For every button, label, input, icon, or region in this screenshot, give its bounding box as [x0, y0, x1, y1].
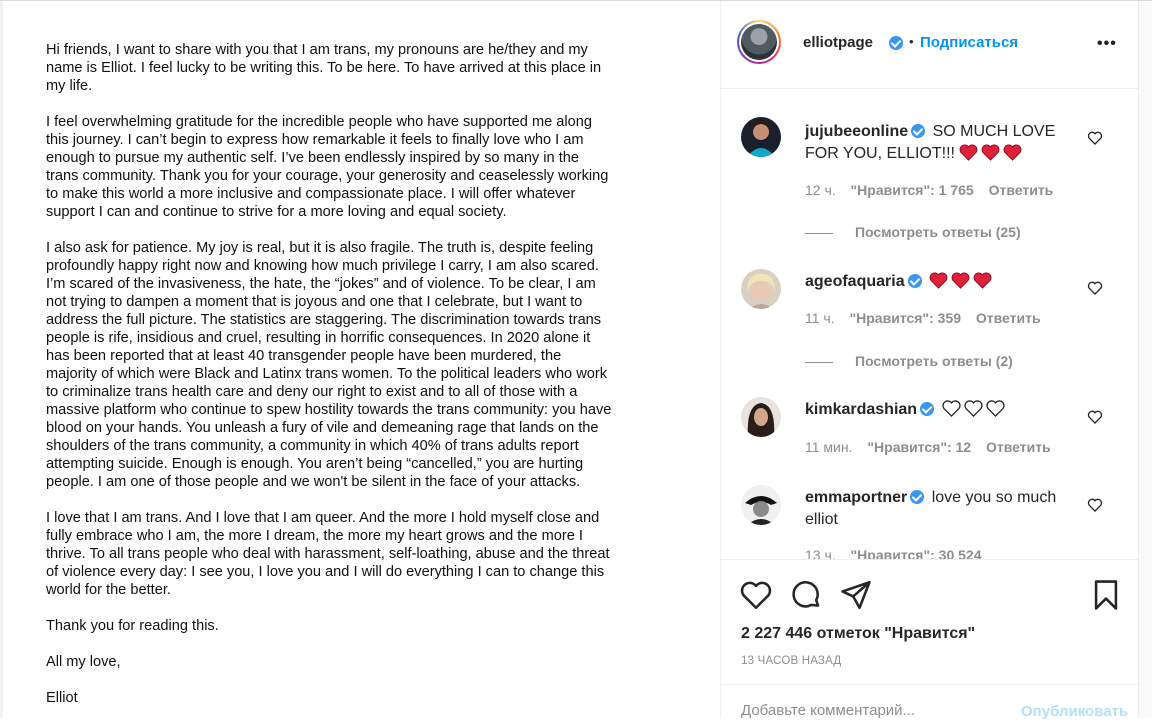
- white-heart-icon: [985, 400, 1005, 417]
- view-replies-button[interactable]: Посмотреть ответы (25): [805, 224, 1021, 240]
- commenter-avatar[interactable]: [741, 117, 781, 157]
- verified-badge-icon: [910, 490, 925, 504]
- publish-button[interactable]: Опубликовать: [1021, 703, 1128, 720]
- comment-username[interactable]: kimkardashian: [805, 401, 917, 418]
- post-image-letter: Hi friends, I want to share with you tha…: [0, 1, 720, 718]
- comment-likes[interactable]: "Нравится": 359: [850, 310, 961, 326]
- comment-input[interactable]: [741, 702, 1001, 719]
- comment-bubble-icon[interactable]: [789, 578, 823, 612]
- commenter-avatar[interactable]: [741, 269, 781, 309]
- verified-badge-icon: [907, 274, 922, 288]
- comment-text: emmaportner love you so much elliot: [805, 487, 1077, 531]
- comment-text: ageofaquaria: [805, 271, 1077, 293]
- letter-paragraph: All my love,: [46, 654, 121, 670]
- like-comment-heart-icon[interactable]: [1087, 130, 1103, 146]
- avatar-photo: [741, 485, 781, 525]
- like-comment-heart-icon[interactable]: [1087, 409, 1103, 425]
- verified-badge-icon: [911, 124, 926, 138]
- post-sidebar: elliotpage • Подписаться ••• jujubeeonli…: [721, 1, 1138, 720]
- red-heart-icon: [981, 144, 1000, 161]
- red-heart-icon: [959, 144, 978, 161]
- post-likes-count[interactable]: 2 227 446 отметок "Нравится": [741, 625, 975, 643]
- page-background-edge: [1138, 1, 1152, 718]
- red-heart-icon: [1003, 144, 1022, 161]
- commenter-avatar[interactable]: [741, 485, 781, 525]
- letter-paragraph: Hi friends, I want to share with you tha…: [46, 42, 602, 94]
- comment-meta: 11 ч. "Нравится": 359 Ответить: [805, 310, 1052, 326]
- view-replies-button[interactable]: Посмотреть ответы (2): [805, 353, 1013, 369]
- view-replies-label: Посмотреть ответы (2): [855, 353, 1013, 369]
- comment-likes[interactable]: "Нравится": 12: [867, 439, 971, 455]
- comments-list[interactable]: jujubeeonline SO MUCH LOVE FOR YOU, ELLI…: [721, 89, 1138, 559]
- comment-time[interactable]: 13 ч.: [805, 547, 836, 559]
- comment-likes[interactable]: "Нравится": 1 765: [851, 182, 974, 198]
- separator-dot: •: [909, 34, 914, 49]
- white-heart-icon: [941, 400, 961, 417]
- letter-paragraph: I feel overwhelming gratitude for the in…: [46, 114, 609, 220]
- follow-button[interactable]: Подписаться: [920, 34, 1018, 51]
- red-heart-icon: [973, 272, 992, 289]
- white-heart-icon: [963, 400, 983, 417]
- commenter-avatar[interactable]: [741, 397, 781, 437]
- comment-meta: 12 ч. "Нравится": 1 765 Ответить: [805, 182, 1064, 198]
- white-hearts-emoji: [941, 400, 1008, 418]
- post-actions: 2 227 446 отметок "Нравится" 13 ЧАСОВ НА…: [721, 559, 1138, 684]
- comment-text: jujubeeonline SO MUCH LOVE FOR YOU, ELLI…: [805, 121, 1077, 165]
- red-heart-icon: [951, 272, 970, 289]
- reply-button[interactable]: Ответить: [976, 310, 1041, 326]
- avatar-photo: [741, 117, 781, 157]
- letter-text: Hi friends, I want to share with you tha…: [46, 41, 656, 718]
- letter-paragraph: I love that I am trans. And I love that …: [46, 510, 610, 598]
- avatar-photo: [741, 24, 777, 60]
- letter-paragraph: Thank you for reading this.: [46, 618, 219, 634]
- instagram-post: Hi friends, I want to share with you tha…: [0, 0, 1152, 720]
- image-edge: [0, 1, 3, 718]
- replies-line: [805, 232, 833, 234]
- avatar-photo: [741, 397, 781, 437]
- verified-badge-icon: [889, 36, 903, 50]
- comment-time[interactable]: 12 ч.: [805, 182, 836, 198]
- red-hearts-emoji: [929, 272, 995, 290]
- reply-button[interactable]: Ответить: [986, 439, 1051, 455]
- comment-username[interactable]: ageofaquaria: [805, 273, 905, 290]
- red-heart-icon: [929, 272, 948, 289]
- comment-time[interactable]: 11 ч.: [805, 310, 835, 326]
- comment-meta: 11 мин. "Нравится": 12 Ответить: [805, 439, 1062, 455]
- comment-time[interactable]: 11 мин.: [805, 439, 853, 455]
- add-comment-bar: Опубликовать: [721, 684, 1138, 724]
- comment-username[interactable]: jujubeeonline: [805, 123, 908, 140]
- like-comment-heart-icon[interactable]: [1087, 280, 1103, 296]
- avatar-photo: [741, 269, 781, 309]
- comment-text: kimkardashian: [805, 399, 1077, 421]
- author-username[interactable]: elliotpage: [803, 34, 873, 51]
- verified-badge-icon: [920, 402, 935, 416]
- replies-line: [805, 361, 833, 363]
- like-comment-heart-icon[interactable]: [1087, 497, 1103, 513]
- share-paper-plane-icon[interactable]: [839, 578, 873, 612]
- reply-button[interactable]: Ответить: [989, 182, 1054, 198]
- post-timestamp[interactable]: 13 ЧАСОВ НАЗАД: [741, 655, 841, 667]
- red-hearts-emoji: [959, 144, 1025, 162]
- letter-signature: Elliot: [46, 690, 78, 706]
- comment-meta: 13 ч. "Нравится": 30 524: [805, 547, 992, 559]
- comment-likes[interactable]: "Нравится": 30 524: [851, 547, 982, 559]
- post-header: elliotpage • Подписаться •••: [721, 1, 1138, 89]
- comment-username[interactable]: emmaportner: [805, 489, 907, 506]
- author-avatar[interactable]: [737, 20, 781, 64]
- letter-paragraph: I also ask for patience. My joy is real,…: [46, 240, 612, 490]
- view-replies-label: Посмотреть ответы (25): [855, 224, 1021, 240]
- more-options-icon[interactable]: •••: [1097, 35, 1119, 53]
- save-bookmark-icon[interactable]: [1089, 578, 1123, 612]
- like-heart-icon[interactable]: [739, 578, 773, 612]
